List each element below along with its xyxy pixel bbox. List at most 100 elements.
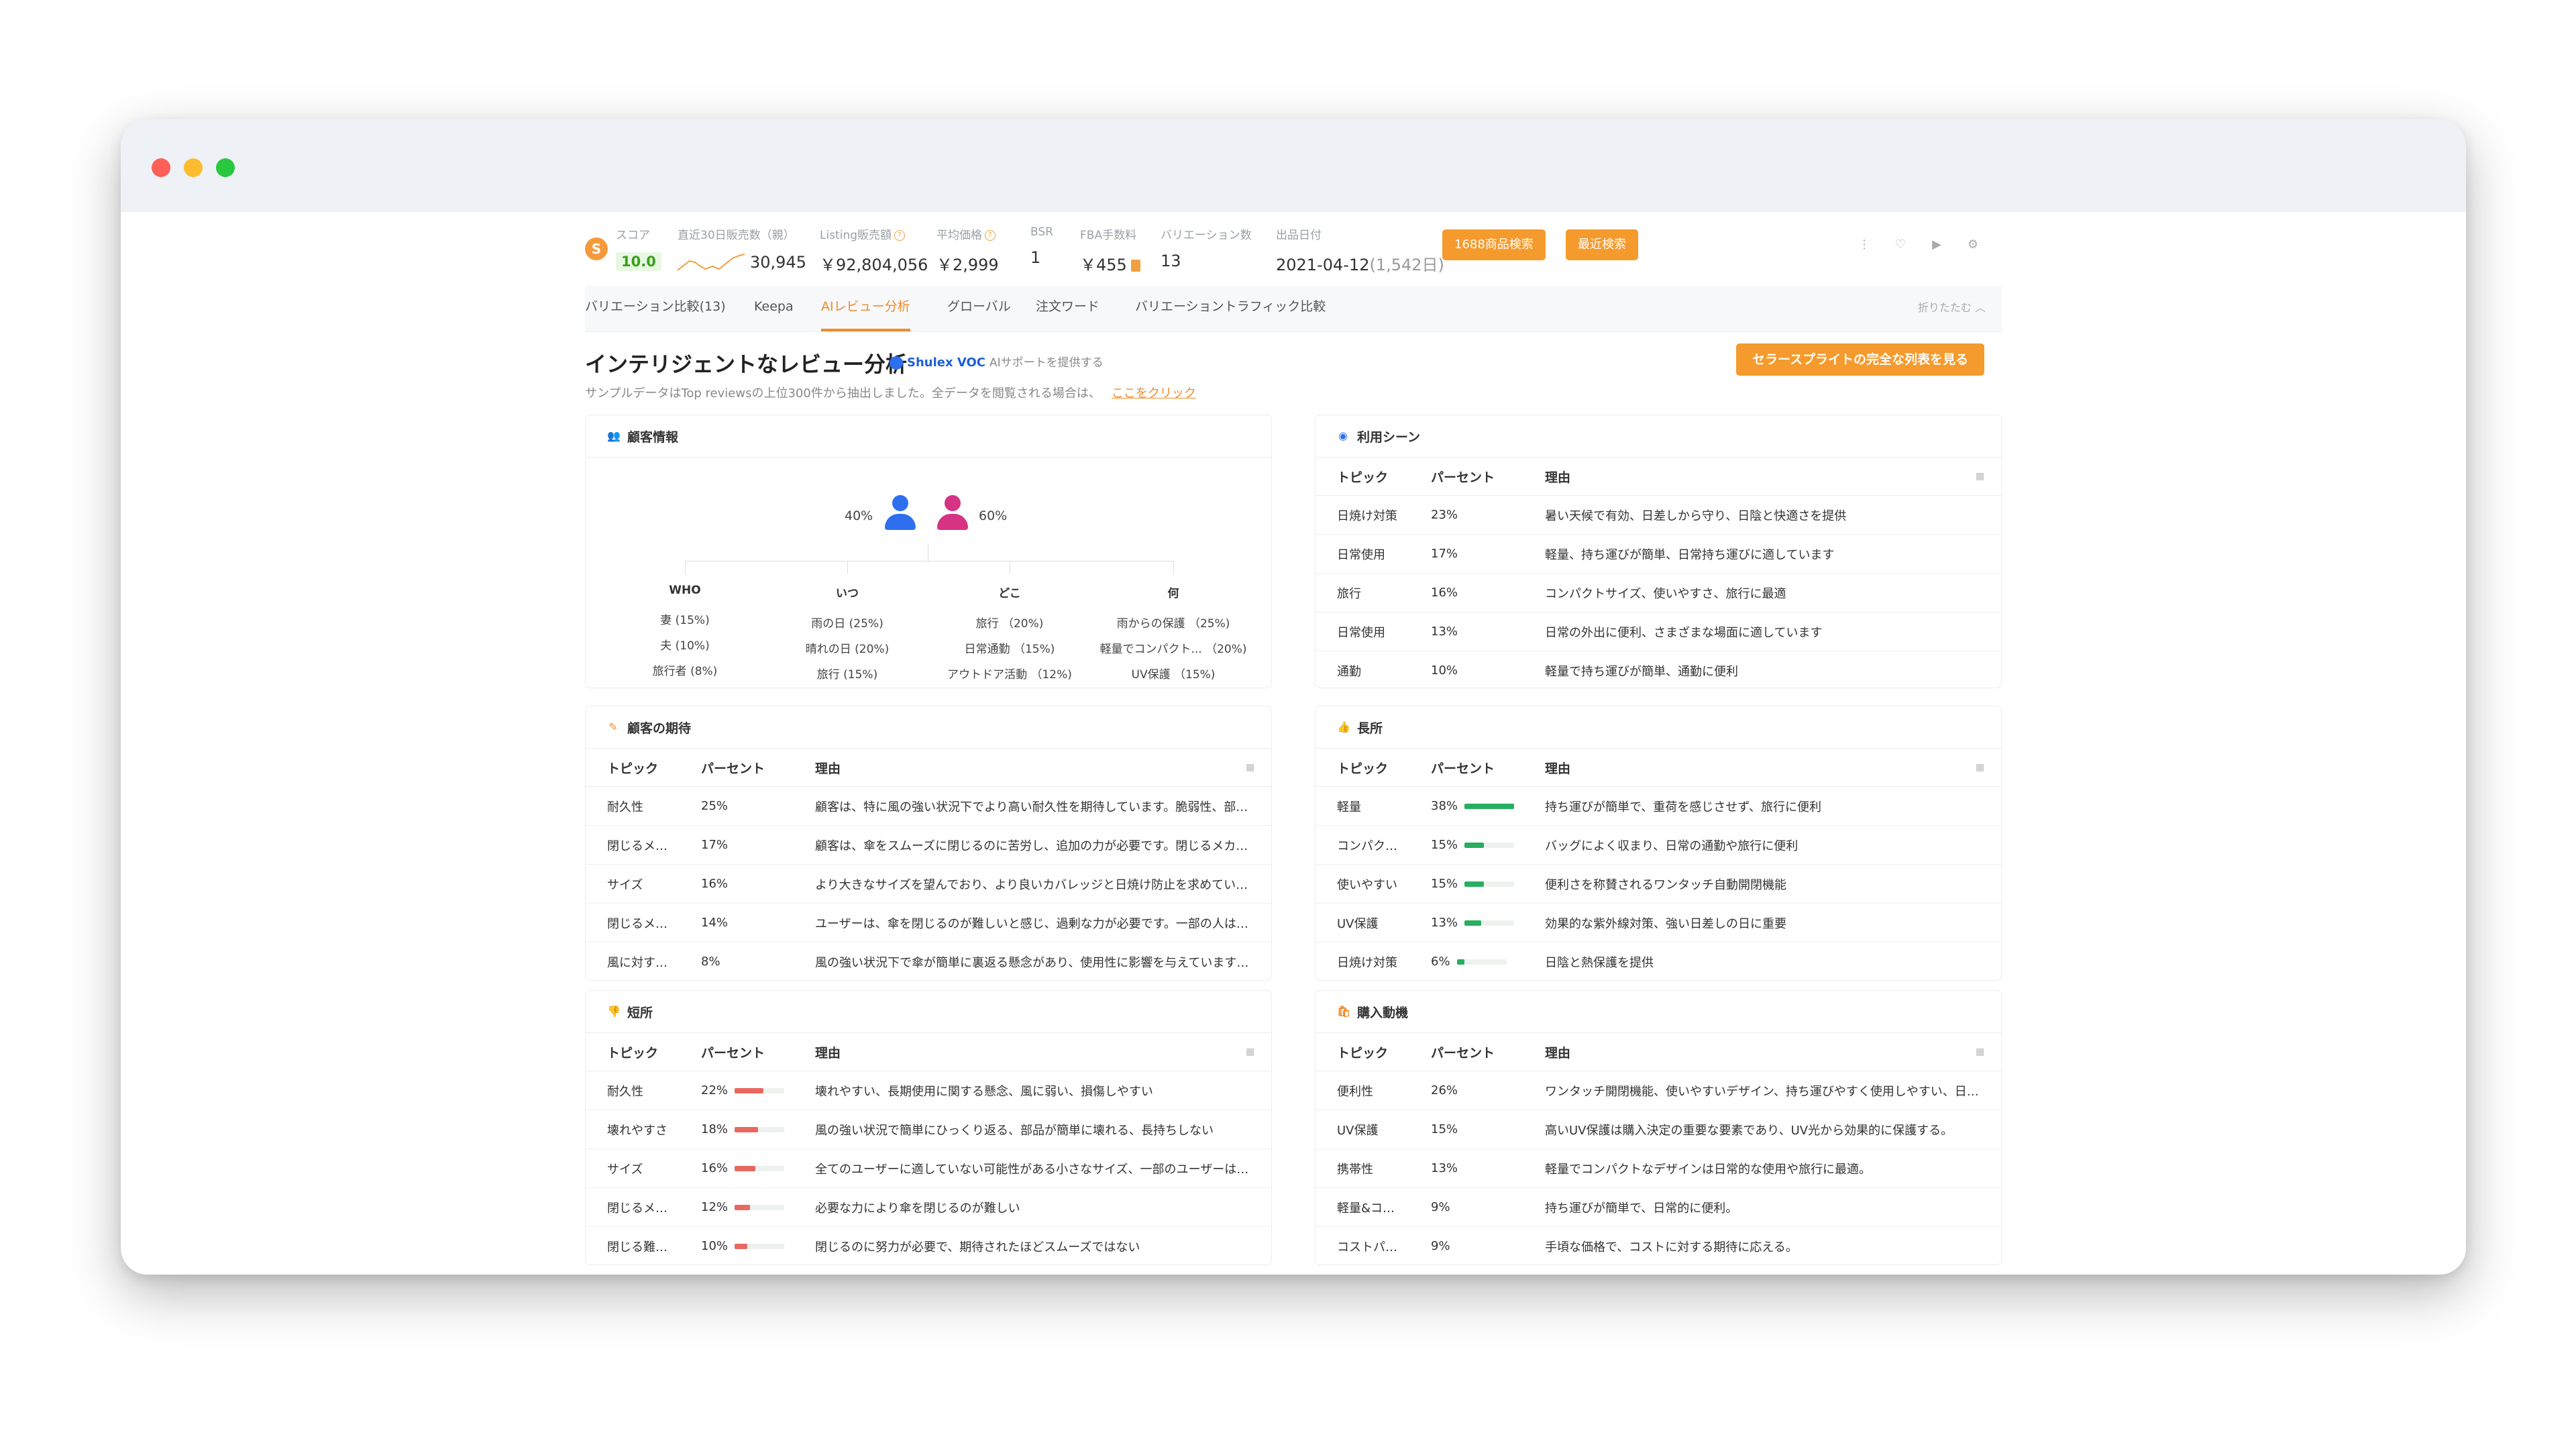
recent-search-button[interactable]: 最近検索 [1566,229,1638,260]
where-column: どこ 旅行 （20%) 日常通勤 （15%) アウトドア活動 （12%) [929,584,1090,688]
tab-ai-review-analysis[interactable]: AIレビュー分析 [821,286,910,331]
percent-bar-fill [1464,881,1485,887]
percent-cell: 25% [701,799,815,813]
thumbs-up-icon: 👍 [1337,720,1350,733]
percent-bar [1464,803,1515,809]
group-title: どこ [998,587,1021,600]
percent-cell: 9% [1431,1239,1545,1253]
percent-cell: 15% [1431,877,1545,891]
percent-value: 38% [1431,799,1458,813]
grid-view-icon[interactable]: ▦ [1246,762,1256,773]
topic-header: トピック [1337,470,1389,485]
browser-window: S スコア 10.0 直近30日販売数（親） 30,945 Listing販売額… [121,119,2466,1275]
table-row: 通勤 10% 軽量で持ち運びが簡単、通勤に便利 [1316,651,2001,688]
group-item: 雨の日 (25%) [811,617,883,631]
percent-value: 18% [701,1122,729,1136]
collapse-label: 折りたたむ [1917,301,1972,314]
percent-cell: 10% [1431,663,1545,678]
more-options-icon[interactable]: ⋮ [1851,232,1877,258]
reason-cell: 軽量、持ち運びが簡単、日常持ち運びに適しています [1545,547,1835,562]
reason-cell: より大きなサイズを望んでおり、より良いカバレッジと日焼け防止を求めてい… [815,877,1248,892]
grid-view-icon[interactable]: ▦ [1976,471,1986,482]
percent-cell: 18% [701,1122,815,1136]
percent-cell: 15% [1431,838,1545,852]
click-here-link[interactable]: ここをクリック [1112,386,1196,400]
help-icon[interactable]: ? [985,230,996,241]
table-row: 風に対す… 8% 風の強い状況下で傘が簡単に裏返る懸念があり、使用性に影響を与えてい… [586,943,1271,980]
collapse-toggle[interactable]: 折りたたむ ︿ [1918,286,1986,330]
minimize-window-button[interactable] [184,158,203,177]
tab-keepa[interactable]: Keepa [754,286,794,331]
fba-fee-metric: FBA手数料 ￥455 [1080,225,1140,275]
topic-cell: 軽量&コ… [1337,1201,1395,1216]
grid-view-icon[interactable]: ▦ [1976,762,1986,773]
table-row: 閉じる難… 10% 閉じるのに努力が必要で、期待されたほどスムーズではない [586,1227,1271,1265]
reason-cell: ユーザーは、傘を閉じるのが難しいと感じ、過剰な力が必要です。一部の人は… [815,916,1248,931]
percent-cell: 17% [1431,547,1545,561]
group-item: アウトドア活動 （12%) [947,668,1072,682]
video-play-icon[interactable]: ▶ [1924,232,1949,258]
reason-cell: 軽量で持ち運びが簡単、通勤に便利 [1545,664,1738,679]
table-header: トピック パーセント 理由 ▦ [586,749,1271,787]
favorite-heart-icon[interactable]: ♡ [1888,232,1913,258]
percent-bar-fill [735,1126,759,1132]
edit-icon: ✎ [608,720,618,733]
percent-bar-fill [1464,842,1485,848]
search-1688-label: 1688商品検索 [1454,237,1534,252]
reason-cell: 日常の外出に便利、さまざまな場面に適しています [1545,625,1823,640]
reason-header: 理由 [1545,761,1571,776]
reason-header: 理由 [1545,1045,1571,1061]
percent-value: 16% [1431,586,1458,600]
settings-gear-icon[interactable]: ⚙ [1960,232,1986,258]
tree-connector [685,561,686,574]
card-header: 👎 短所 [586,991,1271,1033]
close-window-button[interactable] [152,158,170,177]
avg-price-metric: 平均価格? ￥2,999 [936,225,999,275]
shulex-desc: AIサポートを提供する [989,356,1104,370]
listed-date-label: 出品日付 [1276,229,1322,242]
group-title: WHO [669,584,701,597]
maximize-window-button[interactable] [216,158,235,177]
percent-bar-fill [735,1243,748,1249]
percent-bar [1456,959,1507,965]
topic-cell: 使いやすい [1337,877,1397,892]
help-icon[interactable]: ? [894,230,906,241]
percent-header: パーセント [1431,470,1495,485]
tab-global[interactable]: グローバル [947,286,1011,331]
card-title: 購入動機 [1357,1005,1409,1020]
topic-header: トピック [1337,1045,1389,1061]
fba-fee-value: ￥455 [1080,256,1127,274]
table-header: トピック パーセント 理由 ▦ [586,1033,1271,1071]
percent-cell: 17% [701,838,815,852]
topic-cell: 旅行 [1337,586,1361,601]
reason-cell: 便利さを称賛されるワンタッチ自動開閉機能 [1545,877,1786,892]
grid-view-icon[interactable]: ▦ [1246,1046,1256,1057]
percent-value: 13% [1431,1161,1458,1175]
tab-order-words[interactable]: 注文ワード [1036,286,1099,331]
percent-value: 10% [1431,663,1458,678]
table-row: 日焼け対策 6% 日陰と熱保護を提供 [1316,943,2001,980]
percent-value: 8% [701,955,720,969]
listed-date-value: 2021-04-12 [1276,256,1370,274]
calculator-icon[interactable] [1130,260,1140,272]
grid-view-icon[interactable]: ▦ [1976,1046,1986,1057]
topic-cell: 日常使用 [1337,625,1385,640]
group-item: UV保護 （15%) [1131,668,1216,682]
table-row: コンパク… 15% バッグによく収まり、日常の通勤や旅行に便利 [1316,826,2001,865]
tab-variation-traffic[interactable]: バリエーショントラフィック比較 [1135,286,1326,331]
percent-value: 17% [1431,547,1458,561]
view-full-list-button[interactable]: セラースプライトの完全な列表を見る [1735,343,1984,376]
percent-cell: 6% [1431,955,1545,969]
listed-date-metric: 出品日付 2021-04-12(1,542日) [1276,225,1444,275]
percent-bar-fill [1464,803,1515,809]
topic-cell: 閉じるメ… [607,1201,667,1216]
percent-value: 13% [1431,916,1458,930]
reason-header: 理由 [815,761,841,776]
search-1688-button[interactable]: 1688商品検索 [1442,229,1546,260]
group-item: 日常通勤 （15%) [964,643,1055,656]
percent-value: 26% [1431,1083,1458,1097]
percent-value: 15% [1431,838,1458,852]
reason-cell: 壊れやすい、長期使用に関する懸念、風に弱い、損傷しやすい [815,1084,1153,1099]
percent-value: 6% [1431,955,1450,969]
tab-variation-compare[interactable]: バリエーション比較(13) [585,286,726,331]
